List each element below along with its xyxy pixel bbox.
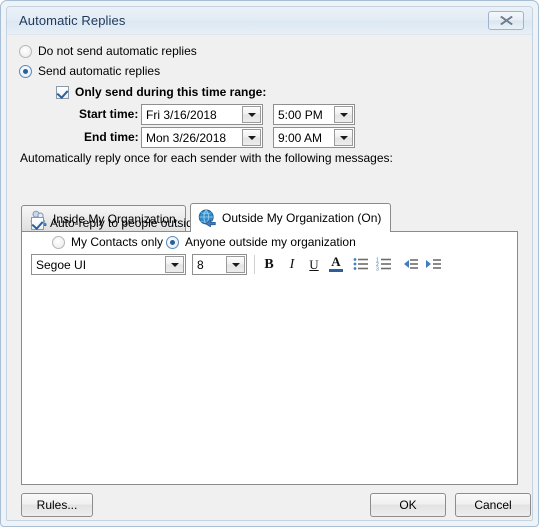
end-date-combo[interactable]: Mon 3/26/2018 [141, 127, 263, 148]
end-clock-dropdown-arrow[interactable] [334, 129, 353, 146]
end-clock-value: 9:00 AM [278, 130, 323, 145]
end-date-value: Mon 3/26/2018 [146, 130, 227, 145]
underline-button[interactable]: U [303, 255, 325, 275]
cancel-button[interactable]: Cancel [455, 493, 531, 517]
radio-my-contacts-label: My Contacts only [71, 235, 164, 249]
increase-indent-icon [425, 257, 442, 271]
ok-button-label: OK [399, 498, 417, 512]
radio-my-contacts-icon[interactable] [52, 235, 65, 249]
rules-button[interactable]: Rules... [21, 493, 93, 517]
cancel-button-label: Cancel [474, 498, 512, 512]
start-date-value: Fri 3/16/2018 [146, 107, 217, 122]
checkbox-time-range-row[interactable]: Only send during this time range: [56, 85, 266, 99]
intro-text: Automatically reply once for each sender… [20, 151, 393, 165]
font-size-combo[interactable]: 8 [192, 254, 247, 275]
close-button[interactable] [488, 11, 524, 30]
bold-button[interactable]: B [258, 255, 280, 275]
svg-text:3: 3 [376, 267, 379, 271]
radio-my-contacts-row[interactable]: My Contacts only [52, 235, 163, 249]
chevron-down-icon [339, 135, 348, 140]
chevron-down-icon [231, 262, 240, 267]
start-clock-dropdown-arrow[interactable] [334, 106, 353, 123]
font-family-combo[interactable]: Segoe UI [31, 254, 186, 275]
radio-anyone-outside-icon[interactable] [166, 235, 179, 249]
rules-button-label: Rules... [36, 498, 78, 512]
bold-icon: B [264, 257, 274, 272]
decrease-indent-icon [402, 257, 419, 271]
font-family-dropdown-arrow[interactable] [165, 256, 184, 273]
radio-do-not-send-icon[interactable] [19, 44, 32, 58]
automatic-replies-dialog: Automatic Replies Do not send automatic … [0, 0, 539, 527]
start-date-dropdown-arrow[interactable] [242, 106, 261, 123]
italic-button[interactable]: I [281, 255, 303, 275]
font-color-icon: A [331, 253, 341, 269]
end-time-label: End time: [84, 130, 139, 144]
decrease-indent-button[interactable] [399, 254, 421, 274]
dialog-content: Do not send automatic replies Send autom… [7, 35, 532, 520]
tab-outside-label: Outside My Organization (On) [222, 211, 382, 225]
checkbox-time-range-label: Only send during this time range: [75, 85, 267, 99]
radio-anyone-outside-row[interactable]: Anyone outside my organization [166, 235, 356, 249]
dialog-inner: Automatic Replies Do not send automatic … [6, 6, 533, 521]
start-clock-value: 5:00 PM [278, 107, 323, 122]
chevron-down-icon [170, 262, 179, 267]
start-clock-combo[interactable]: 5:00 PM [273, 104, 355, 125]
checkbox-time-range-icon[interactable] [56, 85, 69, 99]
chevron-down-icon [339, 112, 348, 117]
toolbar-separator [254, 255, 255, 274]
font-family-value: Segoe UI [36, 257, 87, 272]
radio-send-replies-row[interactable]: Send automatic replies [19, 64, 160, 78]
end-date-dropdown-arrow[interactable] [242, 129, 261, 146]
radio-anyone-outside-label: Anyone outside my organization [185, 235, 356, 249]
font-size-dropdown-arrow[interactable] [226, 256, 245, 273]
checkbox-auto-reply-icon[interactable] [31, 216, 44, 230]
underline-icon: U [309, 257, 319, 272]
start-time-label: Start time: [79, 107, 139, 121]
font-color-button[interactable]: A [325, 253, 347, 273]
bulleted-list-icon [353, 257, 369, 271]
close-icon [499, 16, 513, 25]
chevron-down-icon [247, 135, 256, 140]
ok-button[interactable]: OK [370, 493, 446, 517]
radio-send-replies-icon[interactable] [19, 64, 32, 78]
chevron-down-icon [247, 112, 256, 117]
radio-send-replies-label: Send automatic replies [38, 64, 161, 78]
tab-outside-my-organization[interactable]: Outside My Organization (On) [190, 203, 392, 232]
italic-icon: I [289, 257, 295, 272]
font-size-value: 8 [197, 257, 204, 272]
end-clock-combo[interactable]: 9:00 AM [273, 127, 355, 148]
globe-reply-icon [197, 209, 217, 227]
start-date-combo[interactable]: Fri 3/16/2018 [141, 104, 263, 125]
window-title: Automatic Replies [19, 13, 126, 28]
title-bar: Automatic Replies [7, 7, 532, 35]
radio-do-not-send-row[interactable]: Do not send automatic replies [19, 44, 197, 58]
numbering-button[interactable]: 1 2 3 [373, 254, 395, 274]
numbered-list-icon: 1 2 3 [376, 257, 392, 271]
radio-do-not-send-label: Do not send automatic replies [38, 44, 197, 58]
increase-indent-button[interactable] [422, 254, 444, 274]
bullets-button[interactable] [350, 254, 372, 274]
